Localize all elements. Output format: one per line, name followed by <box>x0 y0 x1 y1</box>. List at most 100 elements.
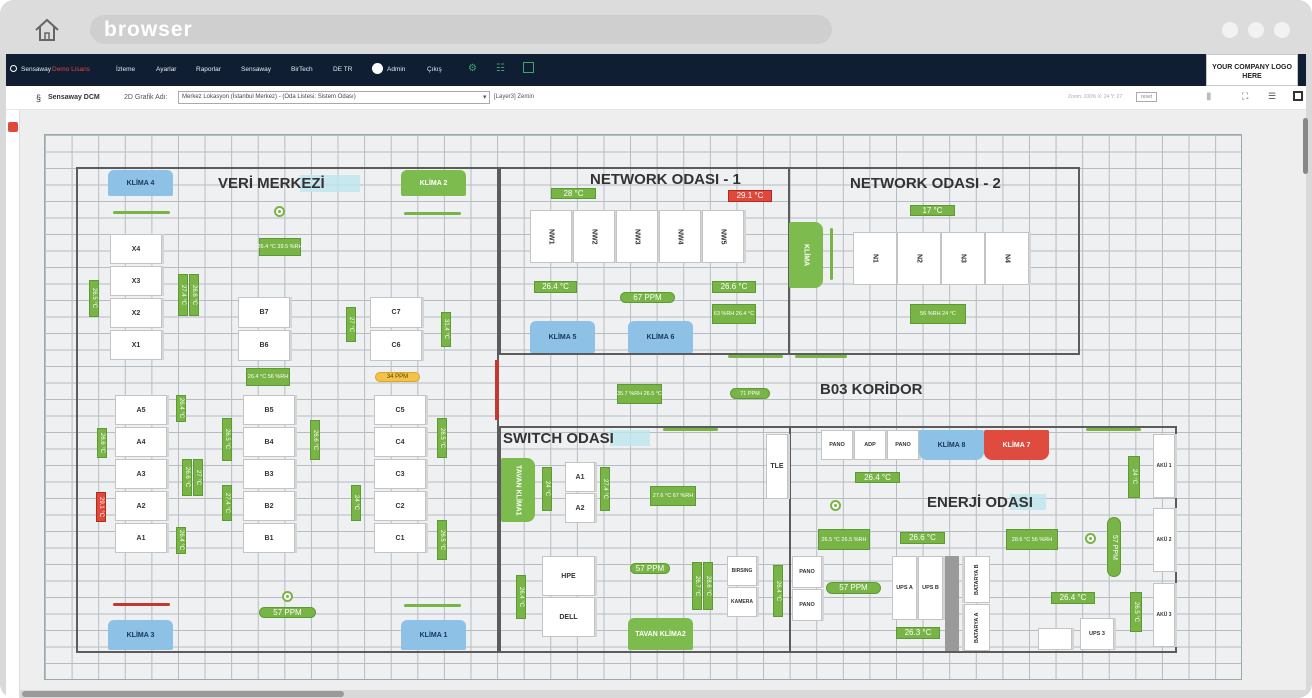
rack-a2[interactable]: A2 <box>115 491 167 521</box>
rack-n3[interactable]: N3 <box>941 232 985 285</box>
sensor-vert[interactable]: 26.4 °C <box>176 395 186 422</box>
rack-a1[interactable]: A1 <box>115 523 167 553</box>
sensor-node-icon[interactable] <box>830 500 841 511</box>
rack-switch-a1[interactable]: A1 <box>565 462 595 492</box>
ac-klima-3[interactable]: KLİMA 3 <box>108 620 173 650</box>
nav-izleme[interactable]: İzleme <box>116 66 135 73</box>
ups-b[interactable]: UPS B <box>918 556 943 620</box>
rack-c1[interactable]: C1 <box>374 523 426 553</box>
ac-klima-vertical[interactable]: KLİMA <box>789 222 823 288</box>
sensor-vert[interactable]: 26.7 °C <box>692 562 702 610</box>
sensor-vert[interactable]: 27 °C <box>193 459 203 496</box>
panel-adp[interactable]: ADP <box>854 430 886 460</box>
sensor-vert-alarm[interactable]: 29.1 °C <box>96 492 106 522</box>
rack-b1[interactable]: B1 <box>243 523 295 553</box>
rack-nw5[interactable]: NW5 <box>702 210 744 263</box>
nav-raporlar[interactable]: Raporlar <box>196 66 221 73</box>
rack-c6[interactable]: C6 <box>370 330 422 361</box>
rack-a4[interactable]: A4 <box>115 427 167 457</box>
rack-x2[interactable]: X2 <box>110 298 162 328</box>
ac-tavan-klima-2[interactable]: TAVAN KLİMA2 <box>628 618 693 650</box>
sensor-switch-ppm[interactable]: 57 PPM <box>630 563 670 574</box>
sensor-en-t1[interactable]: 26.4 °C <box>855 472 900 483</box>
sensor-vm-ppm-warning[interactable]: 34 PPM <box>375 372 420 382</box>
rack-x4[interactable]: X4 <box>110 234 162 264</box>
rack-b4[interactable]: B4 <box>243 427 295 457</box>
sensor-node-icon[interactable] <box>1085 533 1096 544</box>
window-dot-icon[interactable] <box>1222 22 1238 38</box>
sensor-en-t3[interactable]: 26.4 °C <box>1051 592 1095 604</box>
ac-tavan-klima-1[interactable]: TAVAN KLİMA1 <box>501 458 535 522</box>
rack-n2[interactable]: N2 <box>897 232 941 285</box>
sensor-en-t2[interactable]: 26.6 °C <box>900 532 945 544</box>
rack-x1[interactable]: X1 <box>110 330 162 360</box>
nav-logout[interactable]: Çıkış <box>427 66 442 73</box>
rack-c4[interactable]: C4 <box>374 427 426 457</box>
sensor-icon[interactable]: ☷ <box>496 63 505 74</box>
ac-klima-1[interactable]: KLİMA 1 <box>401 620 466 650</box>
nav-user[interactable]: Admin <box>387 66 405 73</box>
sensor-vm-center[interactable]: 26.4 °C 39.5 %RH <box>258 238 303 256</box>
panel-pano-3[interactable]: PANO <box>792 556 822 588</box>
sensor-en-2[interactable]: 28.6 °C 56 %RH <box>1006 529 1058 550</box>
fullscreen-icon[interactable]: ⛶ <box>1242 91 1248 102</box>
sensor-en-1[interactable]: 26.5 °C 26.5 %RH <box>818 529 870 550</box>
rack-n1[interactable]: N1 <box>853 232 897 285</box>
ac-klima-8[interactable]: KLİMA 8 <box>919 430 984 460</box>
sensor-vert-ppm[interactable]: 57 PPM <box>1107 517 1121 577</box>
reset-button[interactable]: reset <box>1136 92 1158 102</box>
address-bar[interactable]: browser <box>90 15 832 44</box>
sensor-vm-ppm[interactable]: 57 PPM <box>259 607 316 618</box>
sensor-vert[interactable]: 26.5 °C <box>222 418 232 461</box>
rack-kamera[interactable]: KAMERA <box>727 587 757 617</box>
horizontal-scrollbar[interactable] <box>22 691 344 697</box>
sensor-vert[interactable]: 26.6 °C <box>310 420 320 460</box>
sensor-n1-ppm[interactable]: 67 PPM <box>620 292 675 303</box>
sensor-vert[interactable]: 26.4 °C <box>176 527 186 554</box>
sensor-n1-rh[interactable]: 63 %RH 26.4 °C <box>712 304 756 324</box>
ac-klima-5[interactable]: KLİMA 5 <box>530 321 595 353</box>
vertical-scrollbar[interactable] <box>1303 118 1308 174</box>
rack-nw1[interactable]: NW1 <box>530 210 572 263</box>
lock-icon[interactable]: ▮ <box>1206 91 1212 102</box>
ac-klima-4[interactable]: KLİMA 4 <box>108 170 173 196</box>
sensor-koridor[interactable]: 35.7 %RH 26.5 °C <box>617 384 662 404</box>
sensor-switch[interactable]: 27.6 °C 67 %RH <box>650 486 696 506</box>
sensor-vert[interactable]: 27.4 °C <box>178 274 188 316</box>
rack-c7[interactable]: C7 <box>370 297 422 328</box>
sensor-vert[interactable]: 24 °C <box>351 485 361 521</box>
panel-pano-1[interactable]: PANO <box>821 430 853 460</box>
rack-b6[interactable]: B6 <box>238 330 290 361</box>
rack-birsing[interactable]: BIRSING <box>727 556 757 586</box>
sensor-vert[interactable]: 26.6 °C <box>97 428 107 458</box>
sensor-vert[interactable]: 26.4 °C <box>516 575 526 619</box>
sensor-vert[interactable]: 31.4 °C <box>441 312 451 347</box>
sensor-node-icon[interactable] <box>274 206 285 217</box>
rack-tle[interactable]: TLE <box>766 434 788 499</box>
battery-aku-2[interactable]: AKÜ 2 <box>1153 508 1175 572</box>
sensor-vert[interactable]: 24 °C <box>542 467 552 511</box>
ac-klima-7[interactable]: KLİMA 7 <box>984 430 1049 460</box>
rack-c3[interactable]: C3 <box>374 459 426 489</box>
battery-b[interactable]: BATARYA B <box>964 556 990 603</box>
sensor-node-icon[interactable] <box>282 591 293 602</box>
rack-c5[interactable]: C5 <box>374 395 426 425</box>
rack-b3[interactable]: B3 <box>243 459 295 489</box>
rack-n4[interactable]: N4 <box>985 232 1029 285</box>
sidebar-alarm-icon[interactable] <box>8 122 18 132</box>
rack-nw3[interactable]: NW3 <box>616 210 658 263</box>
panel-pano-2[interactable]: PANO <box>887 430 919 460</box>
panel-pano-4[interactable]: PANO <box>792 589 822 621</box>
display-icon[interactable] <box>523 62 534 73</box>
sensor-n2-temp[interactable]: 17 °C <box>910 205 955 216</box>
sensor-koridor-ppm[interactable]: 71 PPM <box>730 388 770 399</box>
nav-language[interactable]: DE TR <box>333 66 352 73</box>
ups-a[interactable]: UPS A <box>892 556 917 620</box>
sensor-vert[interactable]: 28.6 °C <box>703 562 713 610</box>
rack-a3[interactable]: A3 <box>115 459 167 489</box>
nav-sensaway[interactable]: Sensaway <box>241 66 271 73</box>
sensor-vm-mid[interactable]: 26.4 °C 56 %RH <box>246 368 290 386</box>
sensor-vert[interactable]: 26.5 °C <box>1130 592 1142 632</box>
home-icon[interactable] <box>33 17 61 43</box>
rack-c2[interactable]: C2 <box>374 491 426 521</box>
